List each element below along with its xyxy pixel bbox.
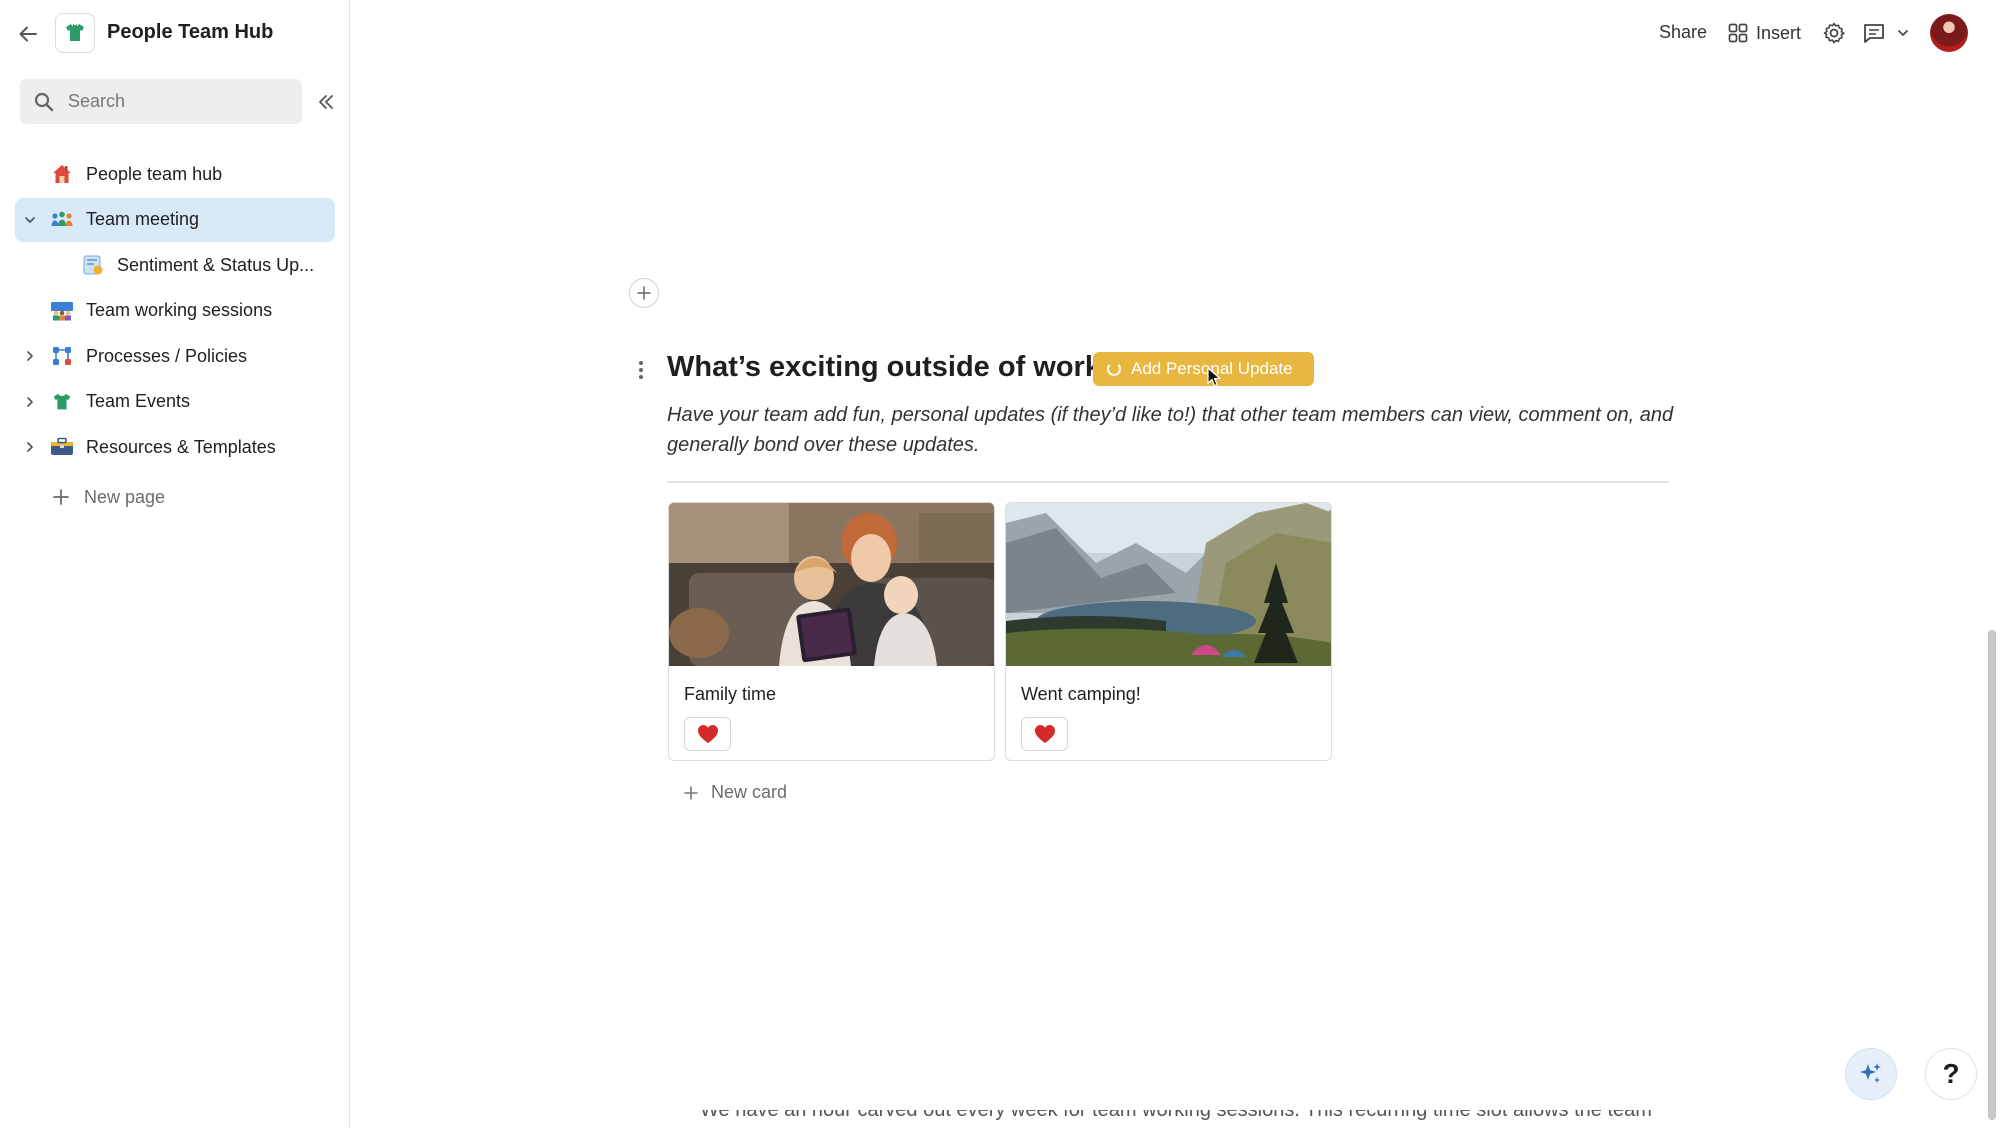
plus-icon	[684, 785, 698, 800]
card-went-camping[interactable]: Went camping!	[1005, 502, 1332, 761]
card-title: Went camping!	[1021, 684, 1141, 704]
sidebar-item-resources-templates[interactable]: Resources & Templates	[15, 425, 335, 469]
doc-title: People Team Hub	[107, 21, 274, 43]
sidebar-item-team-working-sessions[interactable]: Team working sessions	[15, 289, 335, 333]
t-shirt-icon	[66, 24, 84, 41]
grid-icon	[1728, 23, 1748, 43]
new-page-label: New page	[84, 486, 166, 507]
heart-icon	[697, 725, 718, 743]
t-shirt-icon	[50, 390, 74, 414]
reaction-button[interactable]	[1021, 717, 1068, 751]
gear-icon[interactable]	[1822, 21, 1846, 50]
doc-logo[interactable]	[55, 13, 95, 53]
share-button[interactable]: Share	[1659, 22, 1707, 43]
loading-spinner-icon	[1107, 362, 1121, 376]
mouse-cursor-icon	[1207, 367, 1221, 392]
status-report-icon	[81, 253, 105, 277]
sparkle-icon	[1860, 1063, 1881, 1083]
reaction-button[interactable]	[684, 717, 731, 751]
sidebar-item-label: Resources & Templates	[86, 436, 276, 457]
house-icon	[50, 162, 74, 186]
back-arrow-icon[interactable]	[14, 20, 42, 48]
doc-header: People Team Hub	[0, 0, 350, 66]
scrollbar[interactable]	[1988, 630, 1996, 1120]
sidebar-item-people-team-hub[interactable]: People team hub	[15, 152, 335, 196]
sidebar-item-label: Sentiment & Status Up...	[117, 254, 315, 275]
flowchart-icon	[50, 344, 74, 368]
section-heading: What’s exciting outside of work?	[667, 351, 1119, 383]
next-section-text: We have an hour carved out every week fo…	[700, 1110, 1700, 1128]
avatar[interactable]	[1930, 14, 1968, 52]
card-family-time[interactable]: Family time	[668, 502, 995, 761]
family-photo	[669, 503, 994, 666]
insert-label: Insert	[1756, 22, 1802, 43]
sidebar-item-team-meeting[interactable]: Team meeting	[15, 197, 335, 242]
section-description: Have your team add fun, personal updates…	[667, 404, 1674, 456]
mountain-lake-photo	[1006, 503, 1331, 666]
sidebar-item-team-events[interactable]: Team Events	[15, 380, 335, 424]
add-block-button[interactable]	[629, 278, 659, 308]
help-button[interactable]: ?	[1925, 1048, 1977, 1100]
divider	[667, 481, 1669, 483]
card-title: Family time	[684, 684, 777, 704]
chevron-down-icon[interactable]	[21, 211, 39, 229]
sidebar-item-sentiment-status[interactable]: Sentiment & Status Up...	[15, 243, 335, 287]
sidebar-item-label: Team Events	[86, 391, 191, 411]
chevron-right-icon[interactable]	[21, 438, 39, 456]
new-page-button[interactable]: New page	[15, 475, 335, 519]
sidebar-item-processes-policies[interactable]: Processes / Policies	[15, 334, 335, 378]
new-card-button[interactable]: New card	[683, 782, 787, 803]
next-section-paragraph: We have an hour carved out every week fo…	[700, 1110, 1652, 1121]
sidebar-item-label: Processes / Policies	[86, 345, 248, 366]
team-icon	[50, 299, 74, 323]
sidebar-item-label: Team meeting	[86, 209, 200, 229]
block-menu-icon[interactable]	[634, 358, 648, 382]
sidebar-item-label: Team working sessions	[86, 300, 273, 320]
chevron-right-icon[interactable]	[21, 393, 39, 411]
chevron-down-icon[interactable]	[1896, 26, 1910, 40]
new-card-label: New card	[711, 782, 788, 802]
page-tree: People team hub Team meeting Sentiment &…	[15, 152, 335, 521]
plus-icon	[637, 286, 651, 300]
heart-icon	[1034, 725, 1055, 743]
search-icon	[34, 92, 54, 111]
collapse-sidebar-icon[interactable]	[313, 89, 339, 115]
ai-assistant-button[interactable]	[1845, 1048, 1897, 1100]
plus-icon	[49, 485, 73, 509]
add-personal-update-button[interactable]: Add Personal Update	[1093, 352, 1314, 386]
insert-button[interactable]: Insert	[1728, 20, 1801, 46]
search-box[interactable]	[20, 79, 302, 124]
comment-icon[interactable]	[1862, 21, 1910, 45]
sidebar: People Team Hub People team hub Team mee…	[0, 0, 350, 1128]
chevron-right-icon[interactable]	[21, 347, 39, 365]
sidebar-item-label: People team hub	[86, 163, 223, 184]
people-icon	[50, 208, 74, 232]
search-input[interactable]	[66, 90, 286, 113]
toolbox-icon	[50, 435, 74, 459]
